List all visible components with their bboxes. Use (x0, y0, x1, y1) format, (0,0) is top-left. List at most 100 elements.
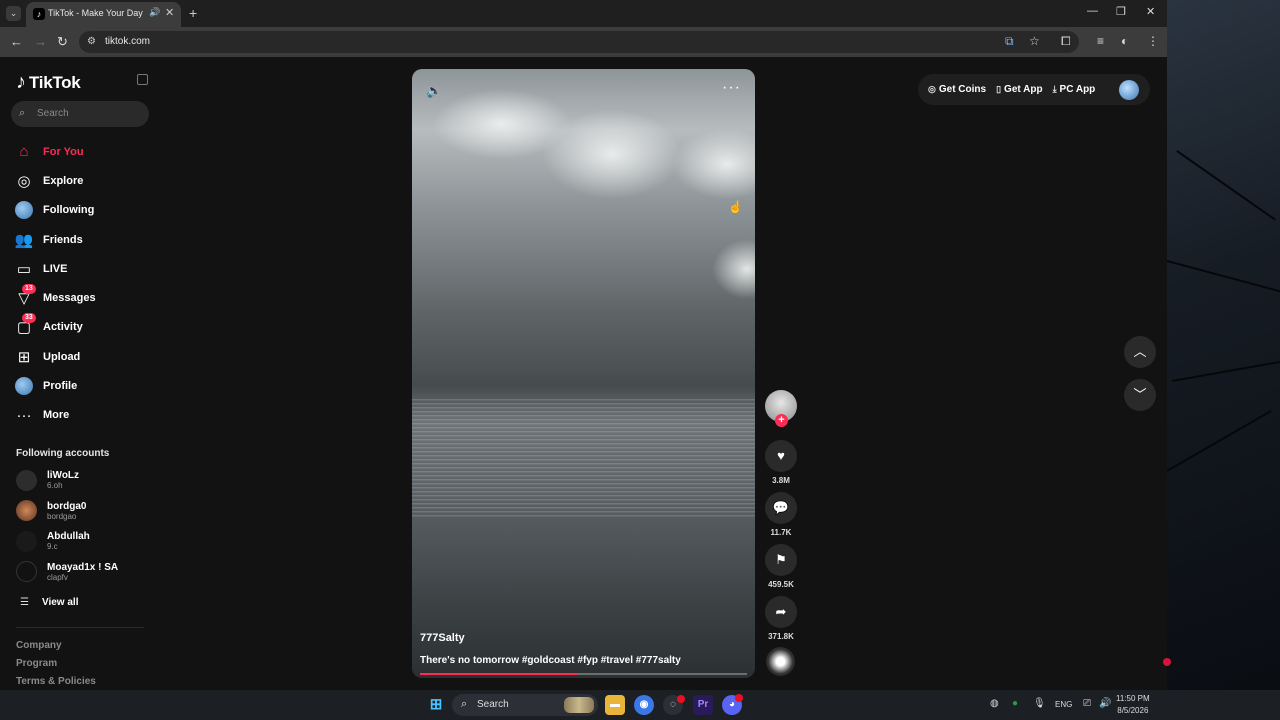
get-coins-button[interactable]: ◎ Get Coins (928, 84, 986, 95)
previous-video-button[interactable]: ︿ (1124, 336, 1156, 368)
footer-link-company[interactable]: Company (16, 640, 96, 658)
sidebar-nav: ⌂ For You ◎ Explore Following 👥 Friends … (14, 137, 154, 430)
sidebar-item-more[interactable]: ··· More (14, 401, 154, 430)
bookmark-star-icon[interactable]: ☆ (1029, 34, 1040, 48)
url-text: tiktok.com (105, 36, 151, 47)
follow-plus-button[interactable]: + (775, 414, 788, 427)
tab-audio-icon[interactable]: 🔊 (149, 7, 160, 18)
coin-icon: ◎ (928, 84, 936, 94)
following-account[interactable]: Moayad1x ! SA clapfv (16, 557, 146, 588)
search-highlight-icon (564, 697, 594, 713)
messages-badge: 13 (22, 284, 36, 295)
palm-leaf-shape (1167, 410, 1272, 472)
bookmark-icon[interactable]: ⚑ (765, 544, 797, 576)
tray-app-icon[interactable]: ◍ (990, 698, 999, 709)
next-video-button[interactable]: ﹀ (1124, 379, 1156, 411)
upload-icon: ⊞ (17, 348, 31, 366)
reload-icon[interactable]: ↻ (57, 34, 68, 50)
tab-close-icon[interactable]: ✕ (165, 6, 174, 19)
premiere-icon[interactable]: Pr (693, 695, 713, 715)
heart-icon[interactable]: ♥ (765, 440, 797, 472)
translate-icon[interactable]: ⧉ (1005, 34, 1014, 49)
following-accounts-list: liWoLz 6.oh bordga0 bordgao Abdullah 9.c (16, 465, 146, 587)
sidebar-item-live[interactable]: ▭ LIVE (14, 254, 154, 283)
sidebar-item-explore[interactable]: ◎ Explore (14, 166, 154, 195)
media-control-icon[interactable]: ≡ (1097, 34, 1104, 48)
speaker-icon[interactable]: 🔊 (1099, 698, 1111, 709)
pc-app-button[interactable]: ⤓ PC App (1053, 84, 1096, 95)
restore-button[interactable]: ❐ (1116, 5, 1126, 18)
search-icon: ⌕ (19, 107, 26, 119)
profile-avatar-icon (14, 376, 34, 396)
sidebar-item-following[interactable]: Following (14, 196, 154, 225)
volume-icon[interactable]: 🔈 (426, 83, 442, 99)
following-account[interactable]: liWoLz 6.oh (16, 465, 146, 496)
music-disc-icon[interactable] (766, 647, 795, 676)
windows-start-icon[interactable]: ⊞ (426, 695, 446, 715)
following-account[interactable]: bordga0 bordgao (16, 496, 146, 527)
tiktok-page: ♪ TikTok ⌕ Search ⌂ For You ◎ Explore Fo… (0, 57, 1167, 690)
language-indicator[interactable]: ENG (1055, 700, 1072, 709)
more-options-icon[interactable]: ··· (722, 79, 741, 97)
footer-links: Company Program Terms & Policies (16, 640, 96, 690)
palm-leaf-shape (1171, 357, 1280, 382)
file-explorer-icon[interactable]: ▬ (605, 695, 625, 715)
share-action[interactable]: ➦ 371.8K (765, 596, 797, 641)
chrome-icon[interactable]: ◉ (634, 695, 654, 715)
sidebar-item-friends[interactable]: 👥 Friends (14, 225, 154, 254)
share-count: 371.8K (768, 632, 794, 641)
address-bar[interactable]: ⚙ tiktok.com ⧉ ☆ (79, 31, 1079, 53)
site-info-icon[interactable]: ⚙ (87, 36, 96, 47)
collapse-sidebar-icon[interactable] (137, 74, 148, 85)
display-icon[interactable]: ⎚ (1083, 698, 1091, 709)
footer-link-terms[interactable]: Terms & Policies (16, 676, 96, 690)
like-action[interactable]: ♥ 3.8M (765, 440, 797, 485)
get-app-button[interactable]: ▯ Get App (996, 84, 1042, 95)
microphone-icon[interactable]: 🎙 (1033, 698, 1046, 709)
video-caption: There's no tomorrow #goldcoast #fyp #tra… (420, 655, 681, 666)
sidebar-item-activity[interactable]: ▢ 33 Activity (14, 313, 154, 342)
search-input[interactable]: ⌕ Search (11, 101, 149, 127)
live-tv-icon: ▭ (16, 260, 32, 278)
sidebar-divider (16, 627, 144, 628)
profile-icon[interactable]: ◐ (1121, 34, 1128, 48)
view-all-label: View all (41, 597, 79, 608)
comment-icon[interactable]: 💬 (765, 492, 797, 524)
video-author[interactable]: 777Salty (420, 632, 465, 644)
back-icon[interactable]: ← (10, 34, 23, 49)
taskbar-clock[interactable]: 11:50 PM 8/5/2026 (1116, 693, 1150, 717)
sidebar-item-profile[interactable]: Profile (14, 371, 154, 400)
activity-icon: ▢ 33 (14, 313, 36, 337)
extensions-icon[interactable]: ⧠ (1061, 34, 1071, 49)
video-player[interactable]: 🔈 ··· 777Salty There's no tomorrow #gold… (412, 69, 755, 678)
friends-icon: 👥 (14, 231, 34, 249)
search-icon: ⌕ (461, 698, 468, 710)
browser-menu-icon[interactable]: ⋮ (1147, 34, 1159, 48)
tray-status-icon[interactable]: ● (1012, 698, 1018, 709)
share-icon[interactable]: ➦ (765, 596, 797, 628)
save-action[interactable]: ⚑ 459.5K (765, 544, 797, 589)
minimize-button[interactable]: — (1087, 5, 1098, 17)
footer-link-program[interactable]: Program (16, 658, 96, 676)
close-window-button[interactable]: ✕ (1146, 5, 1155, 18)
new-tab-button[interactable]: + (189, 5, 197, 21)
comment-action[interactable]: 💬 11.7K (765, 492, 797, 537)
tab-tiktok[interactable]: ♪ TikTok - Make Your Day 🔊 ✕ (26, 2, 181, 27)
following-account[interactable]: Abdullah 9.c (16, 526, 146, 557)
sidebar-item-label: Activity (43, 321, 83, 334)
view-all-button[interactable]: ☰ View all (20, 597, 78, 608)
sidebar-item-messages[interactable]: ▽ 13 Messages (14, 283, 154, 312)
forward-icon[interactable]: → (34, 34, 47, 49)
account-handle: clapfv (47, 572, 68, 582)
tab-search-button[interactable]: ⌄ (6, 6, 21, 21)
discord-notification-dot (735, 694, 743, 702)
tiktok-logo[interactable]: ♪ TikTok (16, 71, 81, 94)
sidebar-item-upload[interactable]: ⊞ Upload (14, 342, 154, 371)
more-icon: ··· (16, 406, 32, 424)
sidebar-item-for-you[interactable]: ⌂ For You (14, 137, 154, 166)
tiktok-favicon-icon: ♪ (33, 8, 45, 20)
video-progress-bar[interactable] (420, 673, 747, 675)
taskbar-search[interactable]: ⌕ Search (452, 694, 598, 716)
get-app-label: Get App (1004, 84, 1043, 95)
user-avatar[interactable] (1119, 80, 1139, 100)
